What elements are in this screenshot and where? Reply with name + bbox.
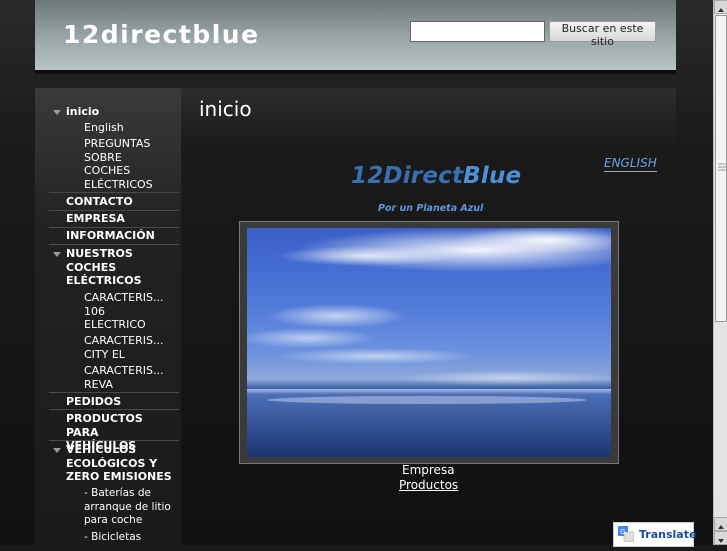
sidebar-item-contacto[interactable]: CONTACTO bbox=[66, 195, 178, 209]
vertical-scrollbar[interactable] bbox=[713, 0, 727, 545]
scroll-up-arrow-icon[interactable] bbox=[714, 517, 727, 531]
photo-caption: Empresa bbox=[402, 463, 455, 477]
nav-divider bbox=[49, 227, 179, 228]
sidebar-nav: inicio English PREGUNTAS SOBRE COCHES EL… bbox=[35, 88, 181, 545]
nav-divider bbox=[49, 409, 179, 410]
nav-divider bbox=[49, 392, 179, 393]
sidebar-item-bicicletas[interactable]: - Bicicletas bbox=[84, 531, 174, 545]
sidebar-item-preguntas[interactable]: PREGUNTAS SOBRE COCHES ELÉCTRICOS bbox=[84, 137, 164, 191]
brand-text-part1: 12Direct bbox=[351, 163, 464, 189]
expand-triangle-icon bbox=[53, 252, 61, 257]
content-header: inicio bbox=[181, 88, 676, 144]
expand-triangle-icon bbox=[53, 448, 61, 453]
brand-text-part2: Blue bbox=[463, 163, 522, 189]
sky-ocean-photo bbox=[247, 228, 611, 457]
productos-link[interactable]: Productos bbox=[399, 478, 458, 492]
sidebar-item-inicio[interactable]: inicio bbox=[66, 105, 178, 119]
cloud-sky-image bbox=[247, 228, 611, 457]
sidebar-item-english[interactable]: English bbox=[84, 121, 174, 135]
nav-divider bbox=[49, 244, 179, 245]
google-translate-icon: G bbox=[618, 526, 634, 542]
grip-icon bbox=[718, 163, 726, 171]
nav-divider bbox=[49, 192, 179, 193]
site-header: 12directblue Buscar en este sitio bbox=[35, 0, 676, 74]
scrollbar-thumb[interactable] bbox=[715, 15, 727, 322]
sidebar-item-106-electrico[interactable]: CARACTERIS... 106 ELECTRICO bbox=[84, 291, 168, 332]
scroll-down-arrow-icon[interactable] bbox=[714, 531, 727, 545]
sidebar-item-vehiculos-ecologicos[interactable]: VEHÍCULOS ECOLÓGICOS Y ZERO EMISIONES bbox=[66, 443, 176, 484]
sidebar-item-city-el[interactable]: CARACTERIS... CITY EL bbox=[84, 334, 168, 361]
sidebar-item-nuestros-coches[interactable]: NUESTROS COCHES ELÉCTRICOS bbox=[66, 247, 146, 288]
tagline: Por un Planeta Azul bbox=[378, 203, 484, 214]
expand-triangle-icon bbox=[53, 110, 61, 115]
sidebar-item-informacion[interactable]: INFORMACIÓN bbox=[66, 229, 178, 243]
english-link[interactable]: ENGLISH bbox=[604, 156, 657, 172]
brand-logo-text: 12DirectBlue bbox=[351, 163, 521, 189]
search-input[interactable] bbox=[410, 21, 545, 42]
translate-button[interactable]: G Translate bbox=[613, 522, 697, 547]
translate-label: Translate bbox=[639, 528, 697, 541]
photo-frame bbox=[239, 221, 619, 464]
sidebar-item-reva[interactable]: CARACTERIS... REVA bbox=[84, 364, 168, 391]
site-title[interactable]: 12directblue bbox=[63, 20, 260, 49]
svg-text:G: G bbox=[620, 528, 625, 536]
scroll-up-arrow-icon[interactable] bbox=[714, 0, 727, 14]
nav-divider bbox=[49, 440, 179, 441]
page-title: inicio bbox=[199, 97, 252, 121]
search-button[interactable]: Buscar en este sitio bbox=[549, 21, 656, 48]
sidebar-item-pedidos[interactable]: PEDIDOS bbox=[66, 395, 178, 409]
sidebar-item-baterias[interactable]: - Baterías de arranque de litio para coc… bbox=[84, 487, 174, 528]
sidebar-item-empresa[interactable]: EMPRESA bbox=[66, 212, 178, 226]
nav-divider bbox=[49, 210, 179, 211]
